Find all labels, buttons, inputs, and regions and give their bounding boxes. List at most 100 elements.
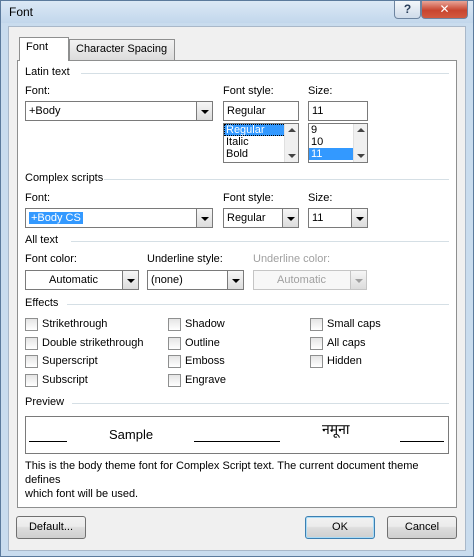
scrollbar[interactable] xyxy=(284,124,298,162)
checkbox-label: Superscript xyxy=(42,355,98,367)
latin-style-label: Font style: xyxy=(223,85,274,97)
checkbox-box[interactable] xyxy=(25,374,38,387)
font-tab-panel: Latin text Font: +Body Font style: Regul… xyxy=(17,60,457,508)
checkbox-label: Emboss xyxy=(185,355,225,367)
chevron-down-icon[interactable] xyxy=(196,102,212,120)
preview-underline xyxy=(194,441,280,442)
checkbox-box[interactable] xyxy=(310,355,323,368)
font-color-label: Font color: xyxy=(25,253,77,265)
checkbox-box[interactable] xyxy=(168,374,181,387)
checkbox-box[interactable] xyxy=(25,355,38,368)
dialog-body: Font Character Spacing Latin text Font: … xyxy=(8,26,466,551)
title-bar[interactable]: Font ? ✕ xyxy=(1,1,473,23)
checkbox-box[interactable] xyxy=(25,318,38,331)
outline-checkbox[interactable]: Outline xyxy=(168,337,288,351)
chevron-down-icon[interactable] xyxy=(227,271,243,289)
checkbox-label: Engrave xyxy=(185,374,226,386)
chevron-down-icon[interactable] xyxy=(282,209,298,227)
scroll-down-icon[interactable] xyxy=(357,154,365,158)
preview-box: Sample नमूना xyxy=(25,416,449,454)
preview-underline xyxy=(29,441,67,442)
complex-font-label: Font: xyxy=(25,192,51,204)
cancel-button[interactable]: Cancel xyxy=(387,516,457,539)
complex-style-label: Font style: xyxy=(223,192,274,204)
chevron-down-icon xyxy=(350,271,366,289)
tab-character-spacing[interactable]: Character Spacing xyxy=(69,39,175,60)
tab-font[interactable]: Font xyxy=(19,37,69,61)
close-button[interactable]: ✕ xyxy=(421,1,468,19)
font-color-value: Automatic xyxy=(49,274,98,286)
strikethrough-checkbox[interactable]: Strikethrough xyxy=(25,318,175,332)
complex-style-value: Regular xyxy=(227,212,266,224)
chevron-down-icon[interactable] xyxy=(196,209,212,227)
divider xyxy=(72,403,449,404)
checkbox-box[interactable] xyxy=(310,337,323,350)
checkbox-label: Strikethrough xyxy=(42,318,108,330)
latin-size-value: 11 xyxy=(312,105,324,117)
divider xyxy=(67,304,449,305)
all-caps-checkbox[interactable]: All caps xyxy=(310,337,430,351)
checkbox-box[interactable] xyxy=(25,337,38,350)
checkbox-label: Small caps xyxy=(327,318,381,330)
scroll-up-icon[interactable] xyxy=(288,128,296,132)
complex-font-combo[interactable]: +Body CS xyxy=(25,208,213,228)
default-button[interactable]: Default... xyxy=(16,516,86,539)
checkbox-box[interactable] xyxy=(168,337,181,350)
hidden-checkbox[interactable]: Hidden xyxy=(310,355,430,369)
ok-button[interactable]: OK xyxy=(305,516,375,539)
latin-font-combo[interactable]: +Body xyxy=(25,101,213,121)
checkbox-label: Hidden xyxy=(327,355,362,367)
emboss-checkbox[interactable]: Emboss xyxy=(168,355,288,369)
complex-style-combo[interactable]: Regular xyxy=(223,208,299,228)
latin-size-input[interactable]: 11 xyxy=(308,101,368,121)
complex-size-value: 11 xyxy=(312,212,324,224)
latin-style-value: Regular xyxy=(227,105,266,117)
scroll-down-icon[interactable] xyxy=(288,154,296,158)
scrollbar[interactable] xyxy=(353,124,367,162)
divider xyxy=(71,241,449,242)
double-strikethrough-checkbox[interactable]: Double strikethrough xyxy=(25,337,175,351)
latin-style-input[interactable]: Regular xyxy=(223,101,299,121)
scroll-up-icon[interactable] xyxy=(357,128,365,132)
shadow-checkbox[interactable]: Shadow xyxy=(168,318,288,332)
help-button[interactable]: ? xyxy=(394,1,421,19)
latin-style-list[interactable]: Regular Italic Bold xyxy=(223,123,299,163)
underline-style-combo[interactable]: (none) xyxy=(147,270,244,290)
underline-color-combo: Automatic xyxy=(253,270,367,290)
chevron-down-icon[interactable] xyxy=(122,271,138,289)
preview-complex-sample-text: नमूना xyxy=(322,421,350,437)
latin-font-value: +Body xyxy=(29,105,61,117)
subscript-checkbox[interactable]: Subscript xyxy=(25,374,175,388)
checkbox-label: Outline xyxy=(185,337,220,349)
checkbox-label: All caps xyxy=(327,337,366,349)
complex-scripts-label: Complex scripts xyxy=(25,172,104,184)
font-color-combo[interactable]: Automatic xyxy=(25,270,139,290)
engrave-checkbox[interactable]: Engrave xyxy=(168,374,288,388)
checkbox-box[interactable] xyxy=(168,355,181,368)
checkbox-label: Shadow xyxy=(185,318,225,330)
preview-underline xyxy=(400,441,444,442)
checkbox-label: Double strikethrough xyxy=(42,337,144,349)
superscript-checkbox[interactable]: Superscript xyxy=(25,355,175,369)
complex-size-combo[interactable]: 11 xyxy=(308,208,368,228)
underline-style-label: Underline style: xyxy=(147,253,223,265)
dialog-title: Font xyxy=(9,5,34,19)
preview-label: Preview xyxy=(25,396,65,408)
underline-color-label: Underline color: xyxy=(253,253,331,265)
chevron-down-icon[interactable] xyxy=(351,209,367,227)
preview-sample-text: Sample xyxy=(109,427,154,442)
preview-note: This is the body theme font for Complex … xyxy=(25,459,453,501)
checkbox-box[interactable] xyxy=(310,318,323,331)
checkbox-label: Subscript xyxy=(42,374,88,386)
latin-font-label: Font: xyxy=(25,85,51,97)
checkbox-box[interactable] xyxy=(168,318,181,331)
latin-size-list[interactable]: 9 10 11 xyxy=(308,123,368,163)
divider xyxy=(104,179,449,180)
small-caps-checkbox[interactable]: Small caps xyxy=(310,318,430,332)
effects-label: Effects xyxy=(25,297,59,309)
latin-size-label: Size: xyxy=(308,85,333,97)
complex-size-label: Size: xyxy=(308,192,333,204)
preview-note-line: This is the body theme font for Complex … xyxy=(25,460,419,486)
underline-color-value: Automatic xyxy=(277,274,326,286)
underline-style-value: (none) xyxy=(151,274,183,286)
